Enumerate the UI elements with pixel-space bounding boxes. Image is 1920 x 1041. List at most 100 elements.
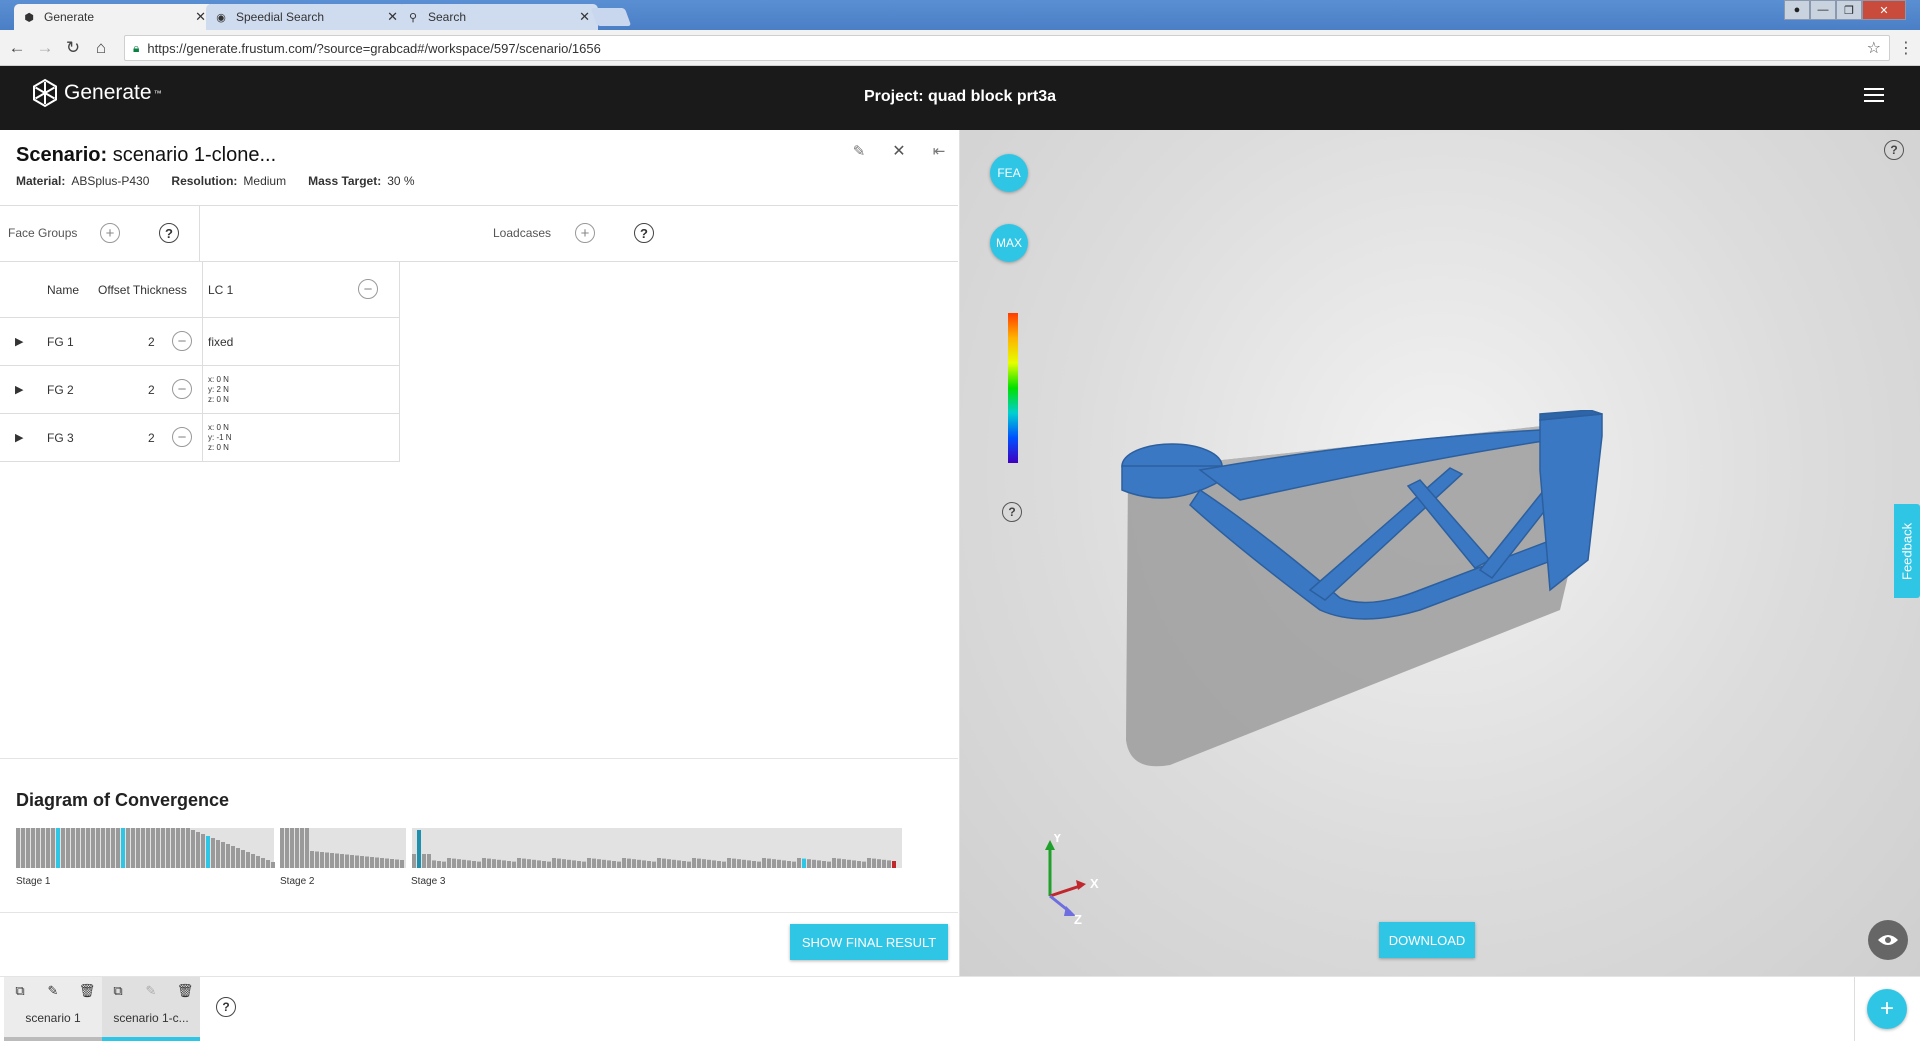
show-final-result-button[interactable]: SHOW FINAL RESULT <box>790 924 948 960</box>
stage-3-bar <box>862 861 866 868</box>
search-icon: ⚲ <box>408 11 418 24</box>
stage-3-bar <box>477 861 481 868</box>
generate-logo[interactable]: Generate ™ <box>30 78 162 108</box>
stage-1-bar <box>121 828 125 868</box>
stage-3-bar <box>727 858 731 868</box>
stage-1-bar <box>181 828 185 868</box>
remove-face-group-icon[interactable]: − <box>172 427 192 447</box>
close-tab-icon[interactable]: ✕ <box>195 9 206 25</box>
stage-3-bar <box>807 859 811 868</box>
stage-1-bar <box>136 828 140 868</box>
column-separator <box>202 318 203 365</box>
trash-icon[interactable]: 🗑︎ <box>79 983 96 999</box>
close-tab-icon[interactable]: ✕ <box>387 9 398 25</box>
remove-face-group-icon[interactable]: − <box>172 379 192 399</box>
close-tab-icon[interactable]: ✕ <box>579 9 590 25</box>
model-viewport[interactable]: FEA MAX ? ? Y X Z DOWNLOAD <box>960 130 1920 976</box>
lc-force-value[interactable]: x: 0 N y: -1 N z: 0 N <box>208 414 232 461</box>
bookmark-star-icon[interactable]: ☆ <box>1867 38 1881 58</box>
stage-2-bar <box>370 857 374 868</box>
material-value: ABSplus-P430 <box>71 174 150 188</box>
expand-row-icon[interactable]: ▶ <box>15 318 23 365</box>
stage-1-bar <box>16 828 20 868</box>
loadcases-label: Loadcases <box>493 226 552 240</box>
hamburger-menu-icon[interactable] <box>1864 88 1884 106</box>
close-window-icon[interactable]: ✕ <box>1862 0 1906 20</box>
forward-icon[interactable]: → <box>34 37 56 59</box>
edit-icon[interactable]: ✎ <box>45 983 61 999</box>
stage-1-bar <box>201 834 205 868</box>
stage-3-bar <box>877 859 881 868</box>
add-loadcase-icon[interactable]: + <box>575 223 595 243</box>
scenario-tab-1[interactable]: ⧉ ✎ 🗑︎ scenario 1 <box>4 977 102 1041</box>
stage-1-bar <box>231 846 235 868</box>
table-row[interactable]: ▶ FG 2 2 − x: 0 N y: 2 N z: 0 N <box>0 366 399 414</box>
material-info: Material: ABSplus-P430 <box>16 174 149 188</box>
fg-offset[interactable]: 2 <box>148 414 155 461</box>
stage-3-bar <box>467 860 471 868</box>
mass-target-label: Mass Target: <box>308 174 382 188</box>
stage-3-bar <box>437 861 441 868</box>
expand-row-icon[interactable]: ▶ <box>15 366 23 413</box>
expand-row-icon[interactable]: ▶ <box>15 414 23 461</box>
browser-tab-generate[interactable]: ⬢ Generate ✕ <box>14 4 214 30</box>
stage-2-label: Stage 2 <box>280 876 315 887</box>
scenario-tab-2[interactable]: ⧉ ✎ 🗑︎ scenario 1-c... <box>102 977 200 1041</box>
fg-offset[interactable]: 2 <box>148 318 155 365</box>
lc-value[interactable]: fixed <box>208 318 233 365</box>
table-row[interactable]: ▶ FG 3 2 − x: 0 N y: -1 N z: 0 N <box>0 414 399 462</box>
stage-1-bar <box>156 828 160 868</box>
stage-2-bar <box>320 852 324 868</box>
minimize-window-icon[interactable]: — <box>1810 0 1836 20</box>
remove-face-group-icon[interactable]: − <box>172 331 192 351</box>
browser-tab-speedial[interactable]: ◉ Speedial Search ✕ <box>206 4 406 30</box>
close-scenario-icon[interactable]: ✕ <box>888 140 910 162</box>
user-profile-icon[interactable]: ● <box>1784 0 1810 20</box>
fg-offset[interactable]: 2 <box>148 366 155 413</box>
help-icon[interactable]: ? <box>1002 502 1022 522</box>
restore-window-icon[interactable]: ❐ <box>1836 0 1862 20</box>
scenario-header: Scenario: scenario 1-clone... Material: A… <box>0 130 958 206</box>
collapse-panel-icon[interactable]: ⇤ <box>928 140 950 162</box>
stage-2-bar <box>400 860 404 868</box>
stage-1-bar <box>46 828 50 868</box>
stage-3-bar <box>857 861 861 868</box>
new-tab-button[interactable] <box>590 8 632 26</box>
visibility-toggle-button[interactable] <box>1868 920 1908 960</box>
add-scenario-button[interactable]: + <box>1867 989 1907 1029</box>
add-face-group-icon[interactable]: + <box>100 223 120 243</box>
lc-force-value[interactable]: x: 0 N y: 2 N z: 0 N <box>208 366 229 413</box>
feedback-tab[interactable]: Feedback <box>1894 504 1920 598</box>
browser-tab-search[interactable]: ⚲ Search ✕ <box>398 4 598 30</box>
trash-icon[interactable]: 🗑︎ <box>177 983 194 999</box>
fea-button[interactable]: FEA <box>990 154 1028 192</box>
stage-2-bar <box>290 828 294 868</box>
url-input[interactable]: 🔒︎ https://generate.frustum.com/?source=… <box>124 35 1890 61</box>
edit-scenario-icon[interactable]: ✎ <box>848 140 870 162</box>
stage-2-bar <box>385 858 389 868</box>
column-separator <box>202 366 203 413</box>
stage-3-bar <box>617 861 621 868</box>
remove-loadcase-icon[interactable]: − <box>358 279 378 299</box>
stage-3-bar <box>872 858 876 868</box>
loadcases-help-icon[interactable]: ? <box>634 223 654 243</box>
table-row[interactable]: ▶ FG 1 2 − fixed <box>0 318 399 366</box>
reload-icon[interactable]: ↻ <box>62 37 84 59</box>
face-groups-help-icon[interactable]: ? <box>159 223 179 243</box>
copy-icon[interactable]: ⧉ <box>12 983 28 999</box>
viewport-help-icon[interactable]: ? <box>1884 140 1904 160</box>
home-icon[interactable]: ⌂ <box>90 37 112 59</box>
copy-icon[interactable]: ⧉ <box>110 983 126 999</box>
stage-1-bar <box>141 828 145 868</box>
scenarios-help-icon[interactable]: ? <box>216 997 236 1017</box>
stress-color-scale <box>1008 313 1018 463</box>
stage-2-bar <box>330 853 334 868</box>
toolbar-divider <box>199 206 200 262</box>
browser-menu-icon[interactable]: ⋮ <box>1898 38 1914 58</box>
max-button[interactable]: MAX <box>990 224 1028 262</box>
logo-trademark: ™ <box>153 88 162 98</box>
stage-3-bar <box>637 859 641 868</box>
download-button[interactable]: DOWNLOAD <box>1379 922 1475 958</box>
stage-3-bar <box>717 861 721 868</box>
back-icon[interactable]: ← <box>6 37 28 59</box>
